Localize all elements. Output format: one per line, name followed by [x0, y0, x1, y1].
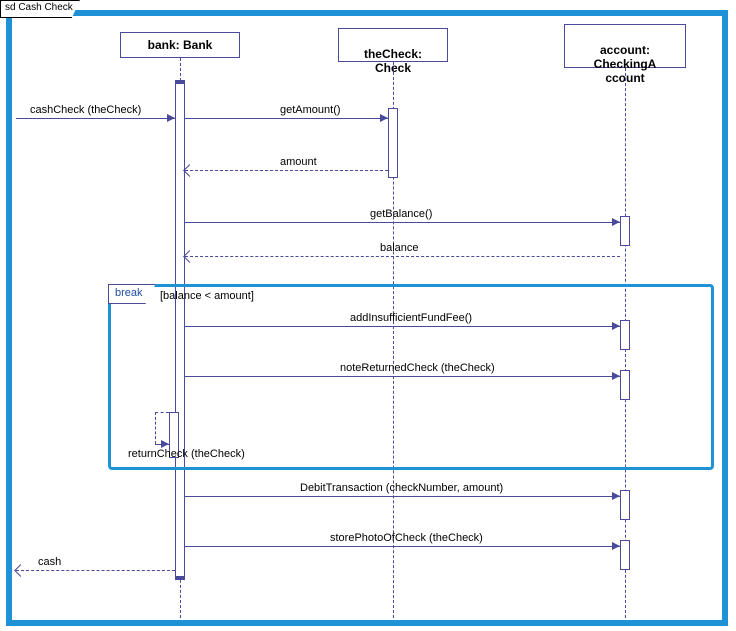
label-photo: storePhotoOfCheck (theCheck) — [330, 532, 483, 544]
activation-account-photo — [620, 540, 630, 570]
label-debit: DebitTransaction (checkNumber, amount) — [300, 482, 503, 494]
msg-amount — [185, 170, 388, 171]
sequence-diagram: sd Cash Check bank: Bank theCheck: Check… — [0, 0, 736, 631]
label-fee: addInsufficientFundFee() — [350, 312, 472, 324]
label-cashcheck: cashCheck (theCheck) — [30, 104, 141, 116]
msg-cashcheck — [16, 118, 175, 119]
label-getamount: getAmount() — [280, 104, 341, 116]
activation-account-getbalance — [620, 216, 630, 246]
arrow-debit — [612, 492, 620, 500]
arrow-photo — [612, 542, 620, 550]
activation-account-debit — [620, 490, 630, 520]
self-down — [155, 412, 156, 444]
msg-getbalance — [185, 222, 620, 223]
label-balance: balance — [380, 242, 419, 254]
arrow-getbalance — [612, 218, 620, 226]
arrow-notereturned — [612, 372, 620, 380]
label-getbalance: getBalance() — [370, 208, 432, 220]
break-operator: break — [108, 284, 156, 304]
msg-photo — [185, 546, 620, 547]
label-cash: cash — [38, 556, 61, 568]
label-notereturned: noteReturnedCheck (theCheck) — [340, 362, 495, 374]
msg-balance — [185, 256, 620, 257]
arrow-cashcheck — [167, 114, 175, 122]
arrow-getamount — [380, 114, 388, 122]
label-returncheck: returnCheck (theCheck) — [128, 448, 245, 460]
arrow-self — [161, 440, 169, 448]
lifeline-head-account: account: CheckingA ccount — [564, 24, 686, 68]
msg-cash — [16, 570, 175, 571]
msg-debit — [185, 496, 620, 497]
self-out — [155, 412, 169, 413]
lifeline-head-check: theCheck: Check — [338, 28, 448, 62]
diagram-title-tab: sd Cash Check — [0, 0, 80, 18]
activation-check-getamount — [388, 108, 398, 178]
msg-getamount — [185, 118, 388, 119]
label-amount: amount — [280, 156, 317, 168]
break-guard: [balance < amount] — [160, 290, 254, 302]
lifeline-head-bank: bank: Bank — [120, 32, 240, 58]
msg-fee — [185, 326, 620, 327]
arrow-fee — [612, 322, 620, 330]
msg-notereturned — [185, 376, 620, 377]
